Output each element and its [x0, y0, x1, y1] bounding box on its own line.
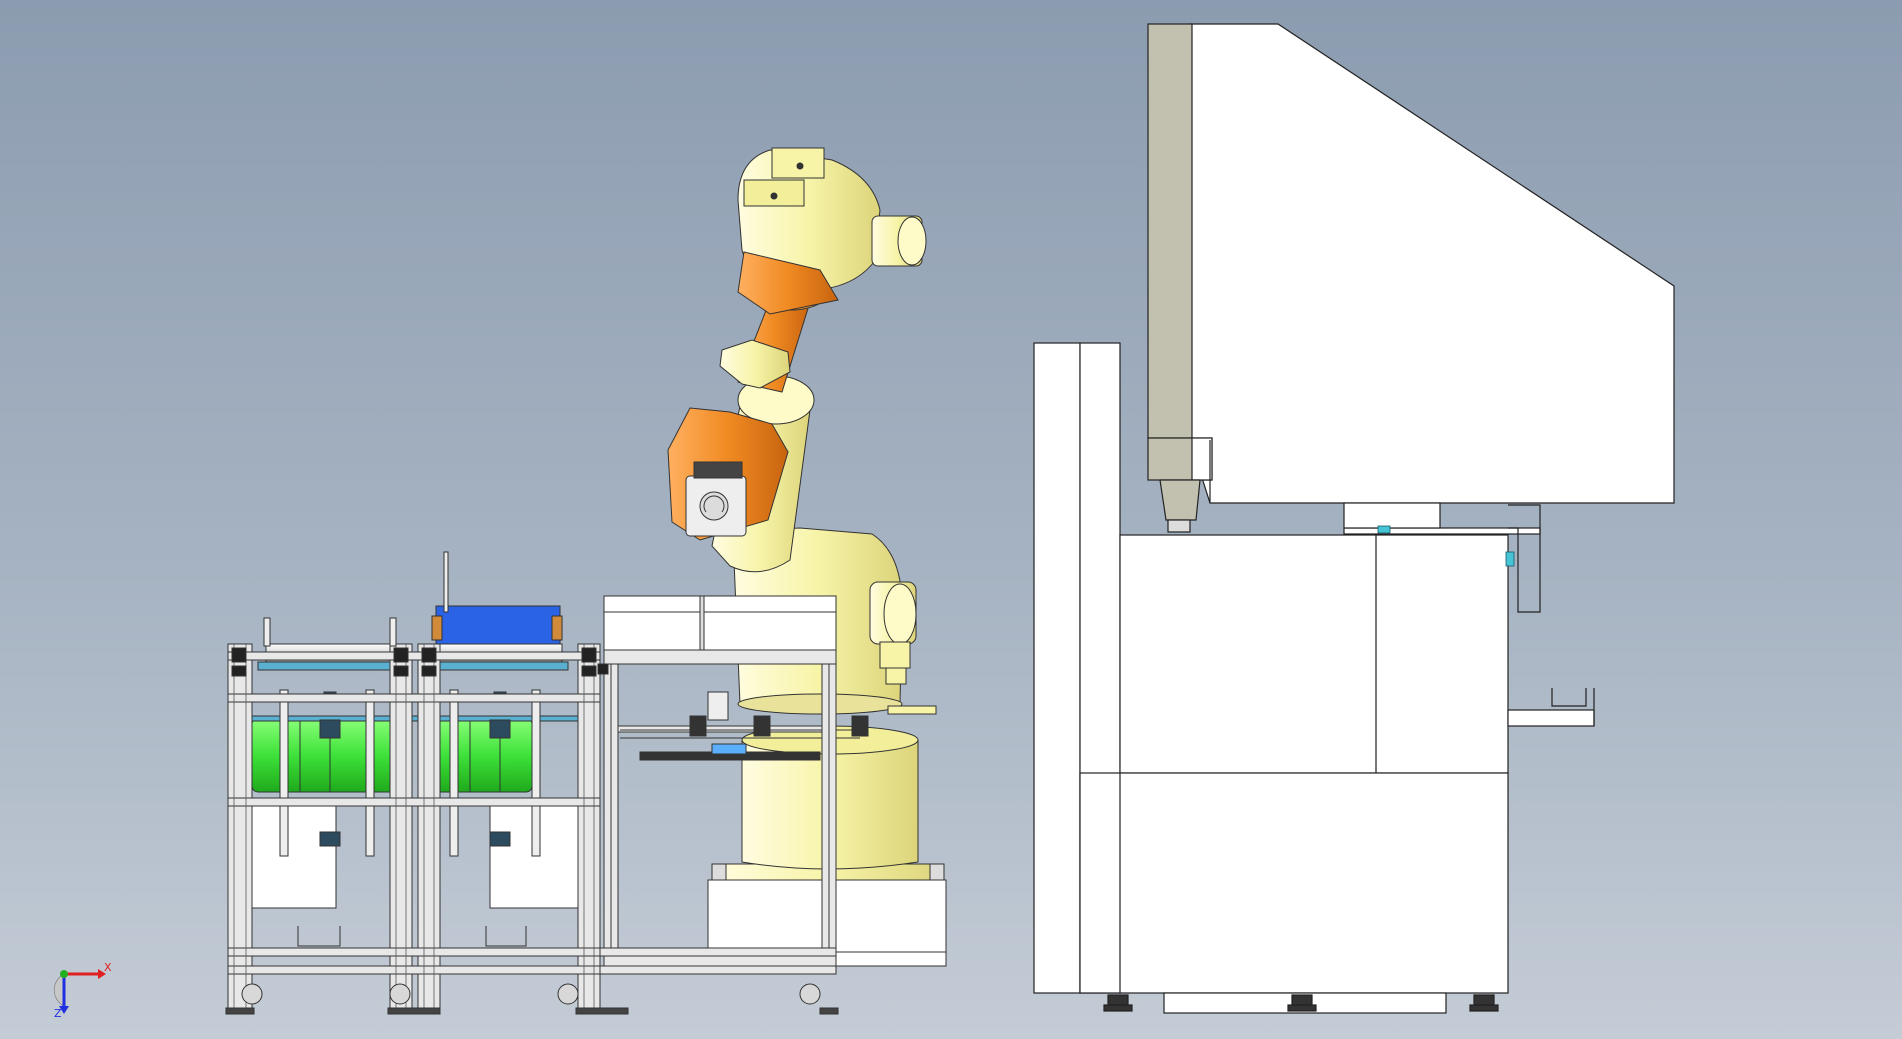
- machine-upper-body: [1119, 534, 1509, 774]
- load-table-rail: [603, 649, 837, 665]
- machine-door: [1147, 23, 1193, 439]
- machine-chip-tray: [1507, 709, 1595, 727]
- machine-side-panel: [1343, 527, 1541, 535]
- assembly-model[interactable]: [0, 0, 1902, 1039]
- machine-hood-bottom-rail: [1343, 502, 1441, 529]
- machine-lower-body: [1079, 772, 1509, 994]
- machine-spindle-nose: [1159, 479, 1201, 521]
- gripper-cylinder-right: [431, 717, 533, 793]
- casters: [225, 983, 839, 1015]
- load-table-top: [603, 595, 837, 651]
- machine-hood: [1189, 23, 1675, 504]
- bin-left: [245, 803, 337, 909]
- machine-tool: [1033, 23, 1675, 1014]
- robot-head-top: [771, 147, 825, 179]
- triad-x-label: X: [104, 961, 112, 974]
- cad-viewport[interactable]: X Z: [0, 0, 1902, 1039]
- industrial-robot: [667, 147, 947, 967]
- machine-left-column: [1033, 342, 1081, 994]
- workpiece-plate: [435, 605, 561, 645]
- triad-z-label: Z: [54, 1007, 62, 1020]
- coordinate-triad: X Z: [50, 962, 120, 1022]
